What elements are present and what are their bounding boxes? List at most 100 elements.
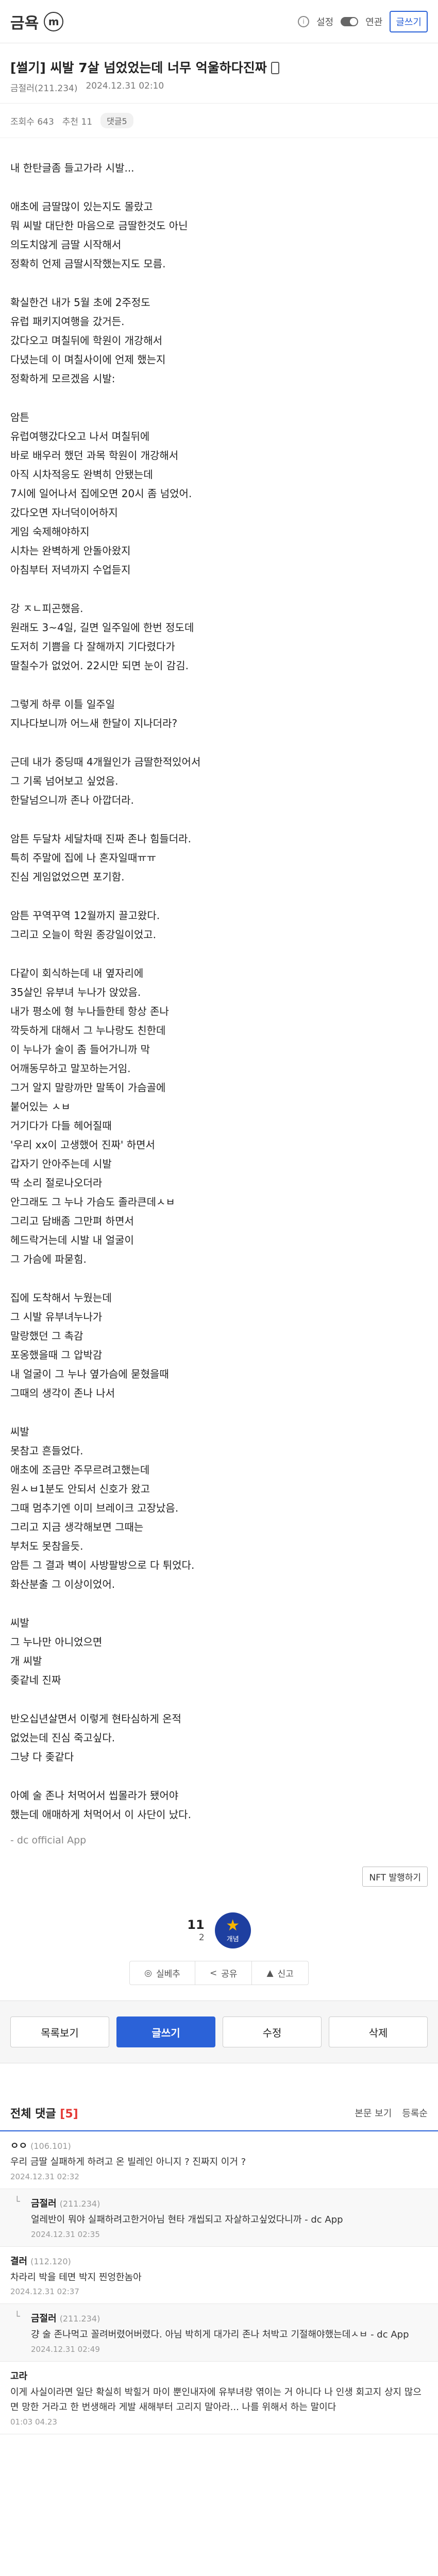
body-line: 7시에 일어나서 집에오면 20시 좀 넘었어. — [10, 487, 192, 500]
body-line: 아예 술 존나 처먹어서 씹몰라가 됐어야 — [10, 1789, 179, 1802]
best-recommend-label: 실베추 — [156, 1969, 180, 1979]
comments-title: 전체 댓글 [5] — [10, 2105, 78, 2121]
body-line: 도저히 기쁨을 다 잘해까지 기다렸다가 — [10, 640, 175, 653]
body-paragraph: 다같이 회식하는데 내 옆자리에 35살인 유부녀 누나가 앉았음. 내가 평소에 … — [10, 964, 428, 1269]
body-paragraph: 애초에 금딸많이 있는지도 몰랐고 뭐 씨발 대단한 마음으로 금딸한것도 아닌 의… — [10, 197, 428, 274]
comment-ip: (106.101) — [30, 2141, 71, 2151]
body-line: 확실한건 내가 5월 초에 2주정도 — [10, 296, 150, 309]
post-header: [썰기] 씨발 7살 넘었었는데 너무 억울하다진짜 금절러(211.234) … — [0, 43, 438, 104]
page: 금욕 m i 설정 연관 글쓰기 [썰기] 씨발 7살 넘었었는데 너무 억울하… — [0, 0, 438, 2434]
body-line: 진심 게임없었으면 포기함. — [10, 871, 125, 883]
comment-reply: 금절러(211.234) 얼레반이 뭐야 실패하려고한거아님 현타 개씹되고 자살… — [0, 2189, 438, 2247]
body-line: 강 ㅈㄴ피곤했음. — [10, 602, 83, 615]
body-paragraph: 집에 도착해서 누웠는데 그 시발 유부녀누나가 말랑했던 그 촉감 포옹했을때 그 … — [10, 1289, 428, 1403]
body-line: 그 시발 유부녀누나가 — [10, 1311, 103, 1323]
body-line: 딸칠수가 없었어. 22시만 되면 눈이 감김. — [10, 659, 189, 672]
body-line: 반오십년살면서 이렇게 현타심하게 온적 — [10, 1713, 181, 1725]
nft-publish-button[interactable]: NFT 발행하기 — [362, 1867, 428, 1887]
body-line: 지나다보니까 어느새 한달이 지나더라? — [10, 717, 178, 730]
comment-date: 2024.12.31 02:32 — [10, 2172, 79, 2181]
nft-row: NFT 발행하기 — [0, 1856, 438, 1897]
body-line: 없었는데 진심 죽고싶다. — [10, 1732, 115, 1744]
body-line: 안그래도 그 누나 가슴도 졸라큰데ㅅㅂ — [10, 1196, 175, 1208]
recommend-button-label: 개념 — [226, 1935, 239, 1943]
post-body: 내 한탄글좀 들고가라 시발... 애초에 금딸많이 있는지도 몰랐고 뭐 씨발 대… — [0, 138, 438, 1835]
body-line: 내 한탄글좀 들고가라 시발... — [10, 162, 134, 174]
body-paragraph: 확실한건 내가 5월 초에 2주정도 유럽 패키지여행을 갔거든. 갔다오고 며칠뒤… — [10, 293, 428, 388]
body-line: 좆같네 진짜 — [10, 1674, 61, 1686]
comment-count-pill[interactable]: 댓글5 — [100, 113, 133, 128]
comment-ip: (211.234) — [59, 2198, 100, 2209]
report-button[interactable]: ▲ 신고 — [252, 1961, 308, 1985]
body-line: 그 기록 넘어보고 싶었음. — [10, 775, 119, 787]
body-paragraph: 아예 술 존나 처먹어서 씹몰라가 됐어야 했는데 애매하게 처먹어서 이 사단이… — [10, 1786, 428, 1824]
write-button[interactable]: 글쓰기 — [390, 10, 428, 32]
body-line: 못참고 흔들었다. — [10, 1445, 83, 1457]
body-line: 내 얼굴이 그 누나 옆가슴에 묻혔을때 — [10, 1368, 169, 1380]
comment-author[interactable]: 금절러(211.234) — [31, 2196, 428, 2210]
edit-button[interactable]: 수정 — [223, 2016, 322, 2047]
post-stats: 조회수 643 추천 11 댓글5 — [0, 104, 438, 138]
body-paragraph: 내 한탄글좀 들고가라 시발... — [10, 159, 428, 178]
comment-nickname: 결러 — [10, 2256, 28, 2267]
body-line: 씨발 — [10, 1617, 29, 1629]
body-line: 그렇게 하루 이틀 일주일 — [10, 698, 115, 710]
body-line: 내가 평소에 형 누나들한테 항상 존나 — [10, 1005, 169, 1018]
settings-link[interactable]: 설정 — [316, 15, 333, 28]
minor-gallery-badge-icon: m — [44, 11, 64, 31]
body-line: 그거 알지 말랑까만 말똑이 가슴골에 — [10, 1081, 166, 1094]
body-line: 포옹했을때 그 압박감 — [10, 1349, 103, 1361]
comment-text: 걍 술 존나먹고 꼴려버렸어버렸다. 아님 박히게 대가리 존나 처박고 기절해… — [31, 2329, 409, 2341]
top-bar: 금욕 m i 설정 연관 글쓰기 — [0, 0, 438, 43]
body-line: 부처도 못참을듯. — [10, 1540, 83, 1552]
recommend-counter: 11 2 — [187, 1918, 204, 1943]
body-line: 정확히 언제 금딸시작했는지도 모름. — [10, 258, 166, 270]
source-text: - dc official App — [10, 1835, 87, 1846]
body-line: 그냥 다 좆같다 — [10, 1751, 74, 1763]
body-line: 그 가슴에 파묻힘. — [10, 1253, 87, 1265]
best-recommend-button[interactable]: ◎ 실베추 — [130, 1961, 195, 1985]
comment-text: 차라리 박을 테면 박지 찐엉한놈아 — [10, 2272, 142, 2283]
delete-button[interactable]: 삭제 — [329, 2016, 428, 2047]
share-button[interactable]: < 공유 — [195, 1961, 252, 1985]
body-line: 유럽여행갔다오고 나서 며칠뒤에 — [10, 430, 150, 443]
body-line: 딱 소리 절로나오더라 — [10, 1177, 103, 1189]
comment-author[interactable]: 금절러(211.234) — [31, 2311, 428, 2325]
comments-title-text: 전체 댓글 — [10, 2108, 56, 2121]
body-line: 특히 주말에 집에 나 혼자일때ㅠㅠ — [10, 852, 157, 864]
view-body-link[interactable]: 본문 보기 — [355, 2106, 392, 2120]
body-line: 말랑했던 그 촉감 — [10, 1330, 83, 1342]
fixed-recommend-count: 2 — [198, 1933, 205, 1943]
view-count: 조회수 643 — [10, 116, 54, 127]
comment-author[interactable]: 결러 (112.120) — [10, 2254, 428, 2267]
write-post-button[interactable]: 글쓰기 — [116, 2016, 215, 2047]
body-line: 정확하게 모르겠음 시발: — [10, 372, 115, 385]
body-line: 의도치않게 금딸 시작해서 — [10, 239, 122, 251]
body-line: 아침부터 저녁까지 수업듣지 — [10, 564, 131, 576]
body-line: 그때의 생각이 존나 나서 — [10, 1387, 115, 1399]
sort-order-dropdown[interactable]: 등록순 — [402, 2106, 428, 2120]
body-line: 갑자기 안아주는데 시발 — [10, 1158, 112, 1170]
mobile-phone-icon — [271, 61, 279, 74]
action-bar: 목록보기 글쓰기 수정 삭제 — [0, 2001, 438, 2063]
comment-text: 얼레반이 뭐야 실패하려고한거아님 현타 개씹되고 자살하고싶었다니까 - dc… — [31, 2214, 343, 2225]
post-author[interactable]: 금절러(211.234) — [10, 81, 77, 94]
body-line: 아직 시차적응도 완벽히 안됐는데 — [10, 468, 153, 481]
post-source: - dc official App — [0, 1835, 438, 1856]
toggle-icon[interactable] — [341, 16, 359, 26]
body-paragraph: 반오십년살면서 이렇게 현타심하게 온적없었는데 진심 죽고싶다. 그냥 다 좆같… — [10, 1709, 428, 1767]
gallery-brand[interactable]: 금욕 m — [10, 10, 64, 33]
body-line: 애초에 조금만 주무르려고했는데 — [10, 1464, 150, 1476]
body-line: 화산분출 그 이상이었어. — [10, 1578, 115, 1590]
comment-date: 2024.12.31 02:37 — [10, 2287, 79, 2297]
body-paragraph: 씨발 그 누나만 아니었으면 개 씨발 좆같네 진짜 — [10, 1614, 428, 1690]
related-link[interactable]: 연관 — [365, 15, 382, 28]
body-line: 시차는 완벽하게 안돌아왔지 — [10, 545, 131, 557]
info-icon[interactable]: i — [298, 15, 310, 27]
body-line: 어깨동무하고 말꼬하는거임. — [10, 1062, 131, 1075]
comment-author[interactable]: 고라 — [10, 2369, 428, 2382]
comment-author[interactable]: ㅇㅇ (106.101) — [10, 2139, 428, 2152]
recommend-button[interactable]: ★ 개념 — [214, 1912, 251, 1948]
body-line: 바로 배우러 했던 과목 학원이 개강해서 — [10, 449, 179, 462]
list-button[interactable]: 목록보기 — [10, 2016, 109, 2047]
